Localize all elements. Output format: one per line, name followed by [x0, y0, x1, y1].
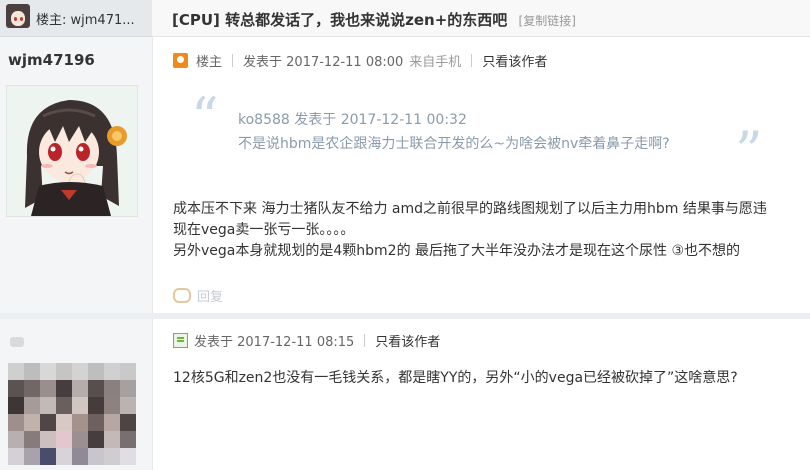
post1-only-author-link[interactable]: 只看该作者 — [482, 51, 547, 70]
post2-content: 发表于 2017-12-11 08:15 只看该作者 12核5G和zen2也没有… — [153, 319, 810, 470]
reply-button[interactable]: 回复 — [173, 286, 223, 305]
post2-body: 12核5G和zen2也没有一毛钱关系，都是瞎YY的，另外“小的vega已经被砍掉… — [173, 370, 738, 386]
post1-author-panel: wjm47196 — [0, 37, 153, 313]
post1-timestamp: 发表于 2017-12-11 08:00 — [243, 55, 404, 70]
meta-divider — [364, 334, 366, 347]
owner-badge-label: 楼主 — [196, 55, 223, 70]
reply-icon — [173, 288, 191, 303]
reply-label: 回复 — [197, 290, 224, 305]
post1-avatar[interactable] — [6, 85, 138, 217]
post1-body-line: 现在vega卖一张亏一张。。。。 — [173, 222, 355, 238]
thread-title-text: [CPU] 转总都发话了，我也来说说zen+的东西吧 — [172, 11, 508, 29]
post1-username[interactable]: wjm47196 — [8, 51, 95, 69]
post-icon — [173, 333, 188, 348]
meta-divider — [471, 54, 473, 67]
thread-owner-label[interactable]: 楼主: wjm471... — [36, 9, 135, 28]
copy-link-button[interactable]: [复制链接] — [519, 14, 576, 28]
post2-avatar-pixelated[interactable] — [8, 363, 136, 467]
post2-author-panel — [0, 319, 153, 470]
post2-timestamp: 发表于 2017-12-11 08:15 — [194, 335, 355, 350]
post1-body: 成本压不下来 海力士猪队友不给力 amd之前很早的路线图规划了以后主力用hbm … — [173, 199, 783, 262]
post1-content: 楼主 发表于 2017-12-11 08:00 来自手机 只看该作者 “ ko8… — [153, 37, 810, 313]
owner-avatar[interactable] — [6, 4, 30, 28]
thread-title-bar: [CPU] 转总都发话了，我也来说说zen+的东西吧 [复制链接] — [152, 0, 810, 37]
post1-body-line: 成本压不下来 海力士猪队友不给力 amd之前很早的路线图规划了以后主力用hbm … — [173, 201, 767, 217]
post2-meta: 发表于 2017-12-11 08:15 只看该作者 — [173, 331, 440, 350]
post1-source: 来自手机 — [409, 55, 462, 70]
post1-body-line: 另外vega本身就规划的是4颗hbm2的 最后拖了大半年没办法才是现在这个尿性 … — [173, 243, 741, 259]
post1-meta: 楼主 发表于 2017-12-11 08:00 来自手机 只看该作者 — [173, 51, 547, 70]
meta-divider — [232, 54, 234, 67]
quote-close-icon: ” — [735, 120, 763, 183]
thread-title: [CPU] 转总都发话了，我也来说说zen+的东西吧 [复制链接] — [172, 9, 576, 30]
thread-owner-bar: 楼主: wjm471... — [0, 0, 152, 37]
anime-girl-avatar-icon — [7, 86, 137, 216]
quote-text: 不是说hbm是农企跟海力士联合开发的么~为啥会被nv牵着鼻子走啊? — [238, 136, 670, 152]
thread-owner-icon — [173, 53, 188, 68]
post2-only-author-link[interactable]: 只看该作者 — [375, 331, 440, 350]
quote-open-icon: “ — [191, 86, 219, 149]
post2-username-blurred — [10, 337, 24, 347]
quote-author: ko8588 发表于 2017-12-11 00:32 — [238, 112, 467, 128]
